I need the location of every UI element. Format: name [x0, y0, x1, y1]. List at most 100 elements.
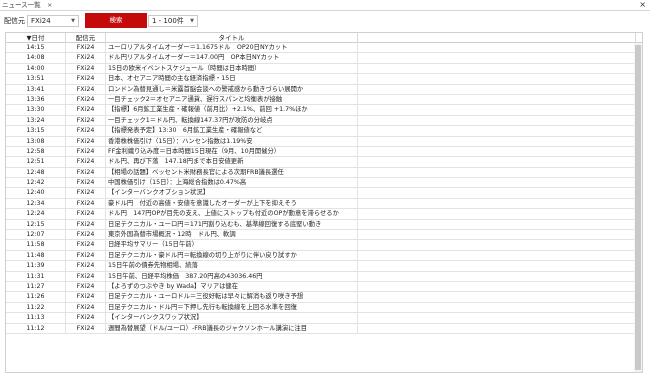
cell-source: FXi24 [66, 136, 106, 147]
cell-filler [358, 219, 636, 230]
table-row[interactable]: 13:15 FXi24 【指標発表予定】13:30 6月鉱工業生産・確報値など [6, 126, 636, 137]
source-select-value: FXi24 [31, 17, 51, 25]
cell-title: 日足テクニカル・ユーロ円＝171円割り込むも、基準線回復する底堅い動き [106, 219, 358, 230]
cell-title: 日本、オセアニア時間の主な経済指標・15日 [106, 74, 358, 85]
cell-time: 12:15 [6, 219, 66, 230]
cell-title: ユーロリアルタイムオーダー＝1.1675ドル OP20日NYカット [106, 43, 358, 53]
cell-source: FXi24 [66, 323, 106, 334]
cell-source: FXi24 [66, 167, 106, 178]
vertical-scrollbar[interactable] [634, 43, 642, 372]
cell-time: 14:15 [6, 43, 66, 53]
cell-filler [358, 250, 636, 261]
cell-filler [358, 302, 636, 313]
table-row[interactable]: 12:48 FXi24 【相場の話題】ベッセント米財務長官による次期FRB議長選任 [6, 167, 636, 179]
cell-filler [358, 74, 636, 85]
column-header-source[interactable]: 配信元 [66, 33, 106, 43]
table-row[interactable]: 13:51 FXi24 日本、オセアニア時間の主な経済指標・15日 [6, 74, 636, 85]
cell-source: FXi24 [66, 126, 106, 137]
cell-time: 13:08 [6, 136, 66, 147]
cell-time: 11:48 [6, 250, 66, 261]
table-row[interactable]: 11:22 FXi24 日足テクニカル・ドル円＝下押し先行も転換線を上回る水準を回復 [6, 302, 636, 314]
cell-time: 12:40 [6, 188, 66, 199]
cell-title: 15日午前、日経平均株価 387.20円高の43036.46円 [106, 271, 358, 282]
table-row[interactable]: 12:40 FXi24 【インターバンクオプション状況】 [6, 188, 636, 199]
cell-title: ロンドン為替見通し＝米露首脳会談への警戒感から動きづらい展開か [106, 84, 358, 95]
cell-filler [358, 271, 636, 282]
column-header-date[interactable]: ▼日付 [6, 33, 66, 43]
table-row[interactable]: 13:30 FXi24 【指標】6月鉱工業生産・確報値（前月比）+2.1%、前回 +… [6, 105, 636, 116]
table-row[interactable]: 14:00 FXi24 15日の欧米イベントスケジュール（時間は日本時間） [6, 63, 636, 75]
cell-filler [358, 105, 636, 116]
cell-filler [358, 53, 636, 64]
cell-title: ドル円リアルタイムオーダー＝147.00円 OP本日NYカット [106, 53, 358, 64]
range-select[interactable]: 1 - 100件 ▼ [148, 15, 198, 27]
table-row[interactable]: 11:31 FXi24 15日午前、日経平均株価 387.20円高の43036.46… [6, 271, 636, 282]
table-row[interactable]: 14:15 FXi24 ユーロリアルタイムオーダー＝1.1675ドル OP20日NY… [6, 43, 636, 54]
table-row[interactable]: 12:24 FXi24 ドル円 147円OPが目先の支え、上値にストップも付近のOP… [6, 209, 636, 220]
cell-title: 日足テクニカル・ドル円＝下押し先行も転換線を上回る水準を回復 [106, 302, 358, 313]
table-row[interactable]: 12:58 FXi24 FF金利織り込み度＝日本時間15日現在（9月、10月開催分） [6, 146, 636, 158]
cell-filler [358, 167, 636, 178]
cell-time: 11:22 [6, 302, 66, 313]
cell-filler [358, 146, 636, 157]
table-row[interactable]: 13:41 FXi24 ロンドン為替見通し＝米露首脳会談への警戒感から動きづらい展開… [6, 84, 636, 95]
table-row[interactable]: 11:12 FXi24 週間為替展望（ドル/ユーロ）-FRB議長のジャクソンホール講… [6, 323, 636, 334]
table-row[interactable]: 11:39 FXi24 15日午前の債券先物相場、続落 [6, 261, 636, 272]
cell-title: 香港株株価引け（15日）：ハンセン指数は1.19%安 [106, 136, 358, 147]
cell-source: FXi24 [66, 105, 106, 116]
column-header-filler [358, 33, 636, 43]
source-select[interactable]: FXi24 ▼ [27, 15, 79, 27]
table-row[interactable]: 12:15 FXi24 日足テクニカル・ユーロ円＝171円割り込むも、基準線回復する… [6, 219, 636, 231]
cell-source: FXi24 [66, 313, 106, 324]
cell-filler [358, 281, 636, 292]
cell-filler [358, 136, 636, 147]
table-row[interactable]: 12:51 FXi24 ドル円、再び下落 147.18円まで本日安値更新 [6, 157, 636, 168]
table-row[interactable]: 13:36 FXi24 一目チェック2＝オセアニア通貨、遅行スパンと均衡表が接触 [6, 94, 636, 106]
cell-source: FXi24 [66, 146, 106, 157]
cell-filler [358, 126, 636, 137]
cell-source: FXi24 [66, 271, 106, 282]
table-row[interactable]: 12:07 FXi24 東京外国為替市場概況・12時 ドル円、軟調 [6, 230, 636, 241]
toolbar: 配信元 FXi24 ▼ 検索 1 - 100件 ▼ [0, 11, 650, 31]
window-close-icon[interactable]: × [639, 0, 646, 10]
cell-filler [358, 94, 636, 105]
search-button[interactable]: 検索 [85, 13, 147, 28]
cell-title: ドル円、再び下落 147.18円まで本日安値更新 [106, 157, 358, 168]
cell-filler [358, 84, 636, 95]
table-row[interactable]: 11:13 FXi24 【インターバンクスワップ状況】 [6, 313, 636, 324]
cell-filler [358, 313, 636, 324]
table-row[interactable]: 11:58 FXi24 日経平均サマリー（15日午前） [6, 240, 636, 251]
tab-news-list[interactable]: ニュース一覧 [2, 0, 45, 10]
table-row[interactable]: 13:24 FXi24 一目チェック1＝ドル円、転換線147.37円が攻防の分岐点 [6, 115, 636, 127]
source-label: 配信元 [4, 17, 25, 25]
table-row[interactable]: 13:08 FXi24 香港株株価引け（15日）：ハンセン指数は1.19%安 [6, 136, 636, 147]
cell-title: 【指標】6月鉱工業生産・確報値（前月比）+2.1%、前回 +1.7%ほか [106, 105, 358, 116]
cell-title: 【よろずのつぶやき by Wada】マリアは健在 [106, 281, 358, 292]
table-row[interactable]: 11:27 FXi24 【よろずのつぶやき by Wada】マリアは健在 [6, 281, 636, 293]
cell-filler [358, 198, 636, 209]
table-row[interactable]: 11:48 FXi24 日足テクニカル・豪ドル円＝転換線の切り上がりに伴い戻り試すか [6, 250, 636, 262]
table-row[interactable]: 12:34 FXi24 豪ドル円 付近の高値・安値を意識したオーダーが上下を抑えそう [6, 198, 636, 210]
cell-title: 日足テクニカル・豪ドル円＝転換線の切り上がりに伴い戻り試すか [106, 250, 358, 261]
cell-title: 一目チェック1＝ドル円、転換線147.37円が攻防の分岐点 [106, 115, 358, 126]
cell-filler [358, 157, 636, 168]
cell-time: 11:31 [6, 271, 66, 282]
cell-source: FXi24 [66, 261, 106, 272]
scrollbar-thumb[interactable] [635, 45, 641, 370]
cell-time: 11:27 [6, 281, 66, 292]
cell-title: 【インターバンクオプション状況】 [106, 188, 358, 199]
cell-title: 日足テクニカル・ユーロドル＝三役好転は早々に解消も返り咲き予想 [106, 292, 358, 303]
table-row[interactable]: 11:26 FXi24 日足テクニカル・ユーロドル＝三役好転は早々に解消も返り咲き予… [6, 292, 636, 303]
cell-title: 東京外国為替市場概況・12時 ドル円、軟調 [106, 230, 358, 241]
cell-title: 中国株価引け（15日）：上海総合指数は0.47%高 [106, 178, 358, 189]
column-header-title[interactable]: タイトル [106, 33, 358, 43]
cell-source: FXi24 [66, 43, 106, 53]
table-row[interactable]: 14:08 FXi24 ドル円リアルタイムオーダー＝147.00円 OP本日NYカッ… [6, 53, 636, 64]
cell-time: 12:51 [6, 157, 66, 168]
cell-source: FXi24 [66, 63, 106, 74]
cell-time: 12:48 [6, 167, 66, 178]
cell-source: FXi24 [66, 84, 106, 95]
table-row[interactable]: 12:42 FXi24 中国株価引け（15日）：上海総合指数は0.47%高 [6, 178, 636, 189]
tab-close-icon[interactable]: × [47, 0, 52, 10]
cell-source: FXi24 [66, 281, 106, 292]
